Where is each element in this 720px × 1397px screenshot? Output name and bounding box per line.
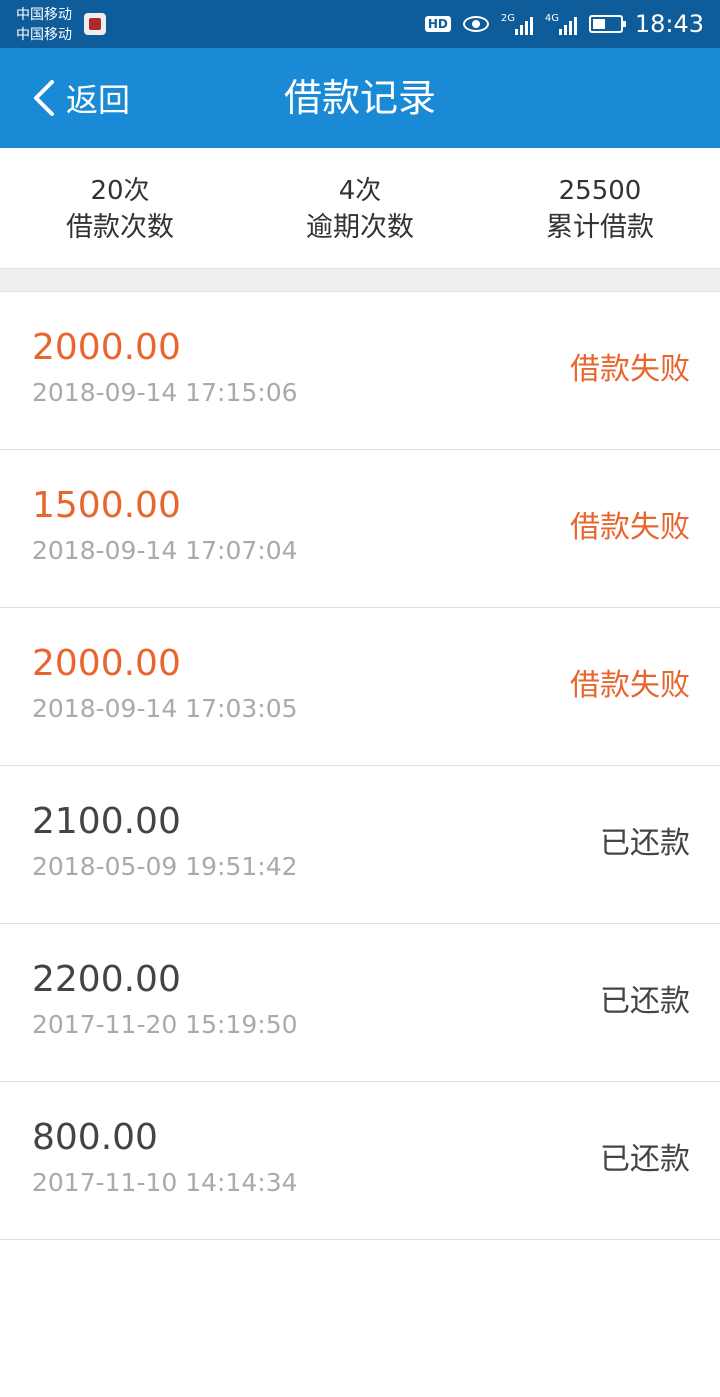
eye-comfort-icon [462, 16, 489, 32]
signal-2g-label: 2G [500, 13, 515, 24]
record-time: 2018-09-14 17:07:04 [32, 536, 298, 565]
chevron-left-icon [32, 78, 56, 118]
record-time: 2018-05-09 19:51:42 [32, 852, 298, 881]
record-time: 2018-09-14 17:03:05 [32, 694, 298, 723]
record-status: 借款失败 [570, 510, 690, 545]
stat-loan-count: 20次 借款次数 [0, 148, 240, 268]
record-status: 借款失败 [570, 668, 690, 703]
record-status: 已还款 [600, 826, 690, 861]
stat-label: 借款次数 [66, 212, 174, 243]
back-button[interactable]: 返回 [32, 76, 130, 120]
record-amount: 2100.00 [32, 801, 181, 842]
record-status: 借款失败 [570, 352, 690, 387]
loan-record-list: 2000.00 2018-09-14 17:15:06 借款失败 1500.00… [0, 291, 720, 1397]
loan-record-row[interactable]: 2000.00 2018-09-14 17:15:06 借款失败 [0, 291, 720, 449]
signal-4g-icon: 4G [545, 13, 577, 35]
signal-2g-icon: 2G [501, 13, 533, 35]
record-amount: 1500.00 [32, 485, 181, 526]
status-time: 18:43 [634, 10, 704, 38]
carrier-1: 中国移动 [16, 7, 72, 23]
back-label: 返回 [66, 81, 131, 119]
stat-label: 累计借款 [546, 212, 654, 243]
carrier-info: 中国移动 中国移动 [16, 5, 72, 45]
stat-label: 逾期次数 [306, 212, 414, 243]
loan-record-row[interactable]: 2000.00 2018-09-14 17:03:05 借款失败 [0, 607, 720, 765]
status-indicators: HD 2G 4G 18:43 [424, 0, 704, 48]
stat-value: 4次 [338, 176, 382, 206]
loan-record-row[interactable]: 800.00 2017-11-10 14:14:34 已还款 [0, 1081, 720, 1239]
hd-icon: HD [424, 16, 451, 32]
record-status: 已还款 [600, 1142, 690, 1177]
stat-total-loan: 25500 累计借款 [480, 148, 720, 268]
stat-overdue-count: 4次 逾期次数 [240, 148, 480, 268]
battery-icon [588, 15, 626, 33]
signal-4g-label: 4G [544, 13, 559, 24]
record-status: 已还款 [600, 984, 690, 1019]
record-amount: 2000.00 [32, 327, 181, 368]
loan-record-row[interactable]: 1500.00 2018-09-14 17:07:04 借款失败 [0, 449, 720, 607]
loan-record-row-partial[interactable] [0, 1239, 720, 1397]
record-time: 2017-11-20 15:19:50 [32, 1010, 298, 1039]
loan-record-row[interactable]: 2100.00 2018-05-09 19:51:42 已还款 [0, 765, 720, 923]
stat-value: 25500 [558, 176, 642, 206]
record-amount: 800.00 [32, 1117, 158, 1158]
record-amount: 2200.00 [32, 959, 181, 1000]
nav-bar: 借款记录 返回 [0, 48, 720, 148]
record-time: 2017-11-10 14:14:34 [32, 1168, 298, 1197]
record-amount: 2000.00 [32, 643, 181, 684]
loan-record-row[interactable]: 2200.00 2017-11-20 15:19:50 已还款 [0, 923, 720, 1081]
stat-value: 20次 [90, 176, 150, 206]
status-bar: 中国移动 中国移动 HD 2G 4G 18:43 [0, 0, 720, 48]
app-notification-icon [84, 13, 106, 35]
carrier-2: 中国移动 [16, 27, 72, 43]
record-time: 2018-09-14 17:15:06 [32, 378, 298, 407]
loan-summary: 20次 借款次数 4次 逾期次数 25500 累计借款 [0, 148, 720, 269]
